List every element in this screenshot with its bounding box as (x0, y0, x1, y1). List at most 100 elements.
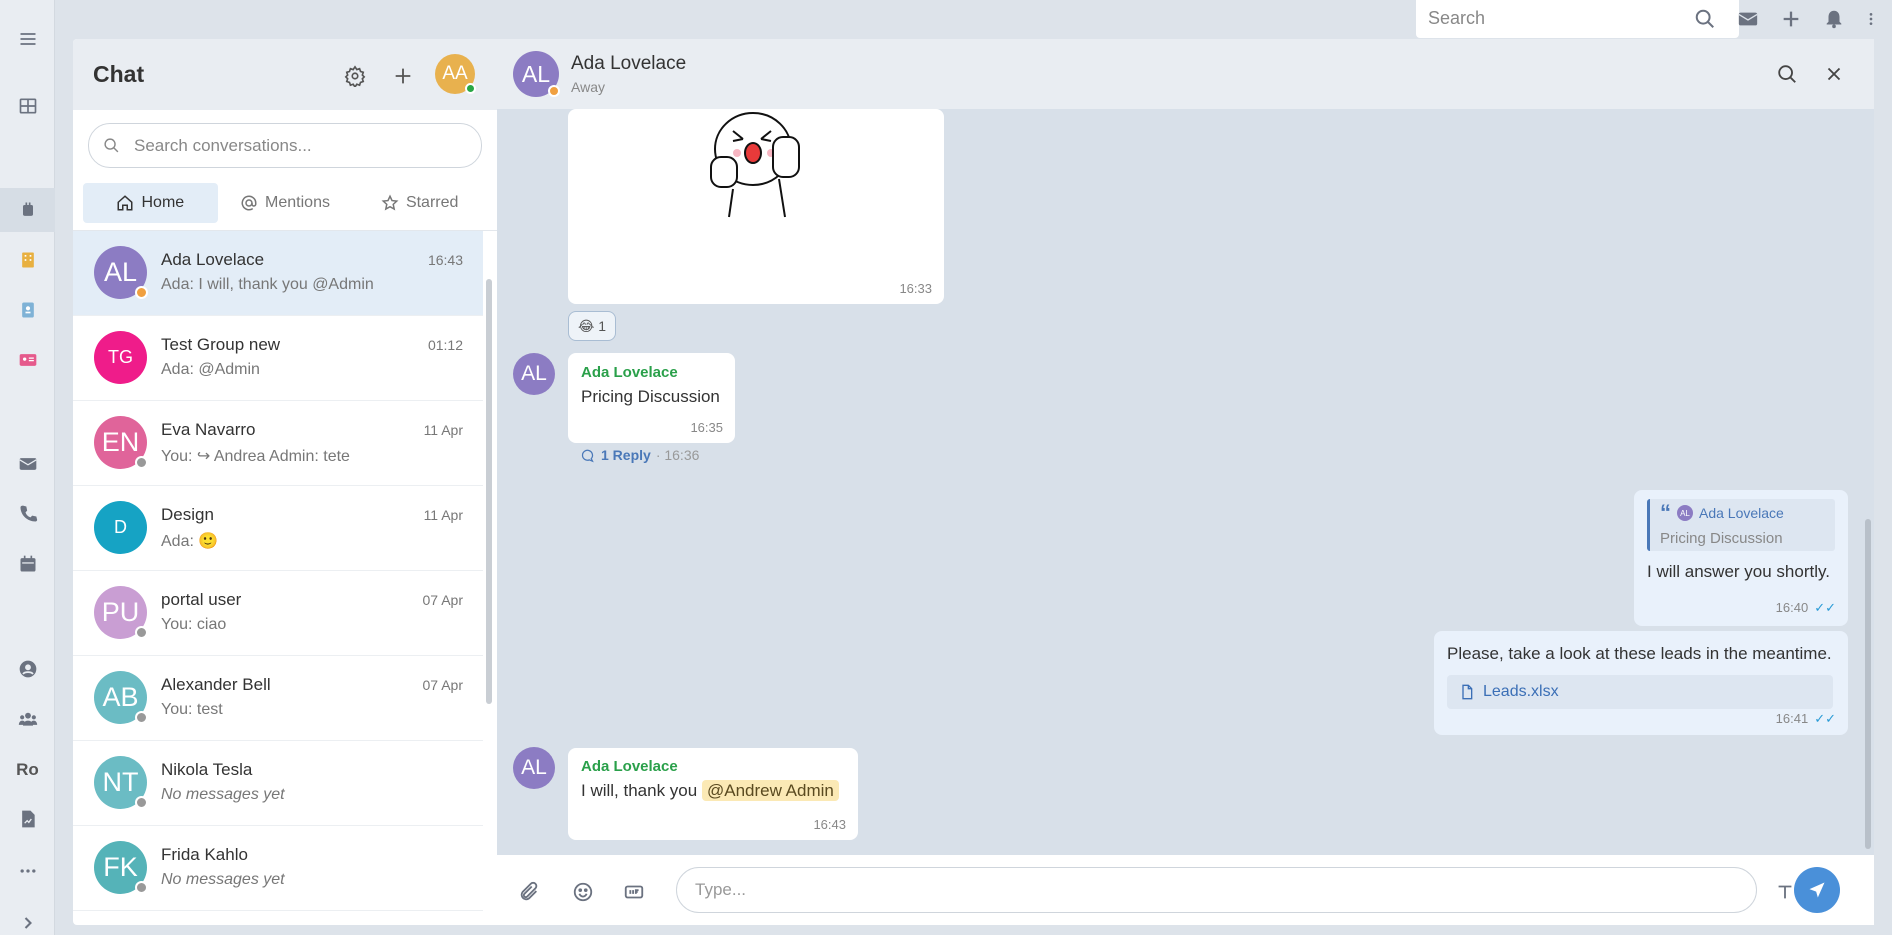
message-time: 16:43 (813, 817, 846, 832)
message-time-status: 16:40 ✓✓ (1776, 600, 1836, 616)
my-message-bubble[interactable]: Please, take a look at these leads in th… (1434, 631, 1848, 735)
quote-mark-icon: “ (1660, 500, 1671, 525)
file-attachment[interactable]: Leads.xlsx (1447, 675, 1833, 709)
user-circle-icon[interactable] (0, 647, 55, 691)
thread-scrollbar[interactable] (1865, 139, 1871, 849)
conversation-item[interactable]: NT Nikola Tesla No messages yet (73, 741, 483, 826)
phone-icon[interactable] (0, 492, 55, 536)
menu-icon[interactable] (0, 17, 55, 61)
conversation-item[interactable]: TG Test Group new Ada: @Admin 01:12 (73, 316, 483, 401)
tab-home[interactable]: Home (83, 183, 218, 223)
expand-chevron-icon[interactable] (0, 910, 55, 935)
avatar-initials: D (114, 517, 127, 537)
my-message-bubble[interactable]: “ AL Ada Lovelace Pricing Discussion I w… (1634, 490, 1848, 626)
quote-text: Pricing Discussion (1660, 530, 1783, 547)
mail-icon[interactable] (1734, 5, 1762, 33)
new-chat-plus-icon[interactable] (389, 62, 417, 90)
scrollbar-thumb[interactable] (1865, 519, 1871, 849)
message-bubble[interactable]: Ada Lovelace I will, thank you @Andrew A… (568, 748, 858, 840)
message-text: Pricing Discussion (581, 387, 720, 406)
rail-text-item[interactable]: Ro (0, 748, 55, 792)
contact-avatar[interactable]: AL (513, 51, 560, 97)
sticker-thumbs-up-image (710, 112, 800, 218)
conversation-name: Test Group new (161, 335, 281, 354)
message-time: 16:33 (899, 281, 932, 296)
contact-name[interactable]: Ada Lovelace (571, 53, 686, 75)
chat-app-icon[interactable] (0, 188, 55, 232)
avatar: TG (94, 331, 147, 384)
id-card-icon[interactable] (0, 338, 55, 382)
plus-icon[interactable] (1777, 5, 1805, 33)
gif-icon[interactable] (620, 878, 648, 906)
avatar: EN (94, 416, 148, 469)
mail-icon[interactable] (0, 442, 55, 486)
conversation-thread: AL Ada Lovelace Away 16:33 😂 1 AL Ada Lo… (497, 39, 1874, 925)
conversation-item[interactable]: EN Eva Navarro You: ↪ Andrea Admin: tete 11… (73, 401, 483, 486)
conversation-list: AL Ada Lovelace Ada: I will, thank you @Ad… (73, 231, 483, 911)
building-icon[interactable] (0, 238, 55, 282)
conversation-time: 07 Apr (422, 677, 463, 693)
message-author[interactable]: Ada Lovelace (581, 758, 678, 775)
dashboard-icon[interactable] (0, 84, 55, 128)
gear-icon[interactable] (341, 62, 369, 90)
message-time: 16:41 (1775, 711, 1809, 726)
conversation-item[interactable]: AL Ada Lovelace Ada: I will, thank you @Ad… (73, 231, 483, 316)
calendar-icon[interactable] (0, 542, 55, 586)
message-input[interactable]: Type... (676, 867, 1757, 913)
mention-chip[interactable]: @Andrew Admin (701, 780, 839, 801)
chat-list-header: Chat AA (73, 39, 497, 110)
conversation-item[interactable]: AB Alexander Bell You: test 07 Apr (73, 656, 483, 741)
conversation-search-placeholder: Search conversations... (134, 135, 312, 155)
sender-avatar[interactable]: AL (513, 353, 555, 395)
paperclip-icon[interactable] (515, 878, 543, 906)
conversation-name: Frida Kahlo (161, 845, 248, 864)
search-icon (104, 138, 119, 153)
close-icon[interactable] (1819, 59, 1849, 89)
contact-status: Away (571, 79, 605, 95)
tab-starred[interactable]: Starred (352, 183, 487, 223)
reaction-badge[interactable]: 😂 1 (568, 311, 616, 341)
avatar-initials: TG (108, 347, 133, 367)
conversation-search-input[interactable]: Search conversations... (88, 123, 482, 168)
avatar-initials: PU (101, 597, 140, 627)
quote-header: “ AL Ada Lovelace (1660, 500, 1784, 525)
conversation-name: portal user (161, 590, 242, 609)
message-bubble[interactable]: Ada Lovelace Pricing Discussion 16:35 (568, 353, 735, 443)
conversation-name: Design (161, 505, 214, 524)
conversation-list-scrollbar[interactable] (486, 279, 492, 704)
contact-book-icon[interactable] (0, 288, 55, 332)
contact-avatar-initials: AL (521, 60, 551, 87)
sticker-message[interactable]: 16:33 (568, 109, 944, 304)
my-avatar[interactable]: AA (435, 54, 476, 94)
document-chart-icon[interactable] (0, 797, 55, 841)
double-check-icon: ✓✓ (1814, 711, 1836, 726)
conversation-preview: No messages yet (161, 786, 285, 803)
thread-reply-link[interactable]: 1 Reply · 16:36 (568, 447, 699, 463)
quote-avatar-initials: AL (1680, 508, 1690, 518)
avatar: FK (94, 841, 148, 894)
quoted-message[interactable]: “ AL Ada Lovelace Pricing Discussion (1647, 499, 1835, 551)
bell-icon[interactable] (1820, 5, 1848, 33)
send-button[interactable] (1794, 867, 1840, 913)
send-icon (1809, 882, 1825, 898)
conversation-preview: Ada: 🙂 (161, 533, 219, 550)
avatar: PU (94, 586, 148, 639)
conversation-item[interactable]: D Design Ada: 🙂 11 Apr (73, 486, 483, 571)
message-author[interactable]: Ada Lovelace (581, 364, 678, 381)
conversation-time: 11 Apr (423, 422, 463, 438)
file-name: Leads.xlsx (1483, 683, 1559, 700)
search-icon[interactable] (1691, 5, 1719, 33)
emoji-icon[interactable] (569, 878, 597, 906)
tab-mentions[interactable]: Mentions (218, 183, 353, 223)
more-icon[interactable] (0, 849, 55, 893)
conversation-item[interactable]: PU portal user You: ciao 07 Apr (73, 571, 483, 656)
presence-status-dot (135, 286, 148, 299)
kebab-icon[interactable] (1863, 5, 1879, 33)
sender-avatar[interactable]: AL (513, 747, 555, 789)
presence-status-dot (135, 626, 148, 639)
search-icon[interactable] (1772, 59, 1802, 89)
conversation-item[interactable]: FK Frida Kahlo No messages yet (73, 826, 483, 911)
users-icon[interactable] (0, 697, 55, 741)
quote-author: Ada Lovelace (1699, 505, 1784, 521)
tab-home-label: Home (141, 194, 185, 211)
